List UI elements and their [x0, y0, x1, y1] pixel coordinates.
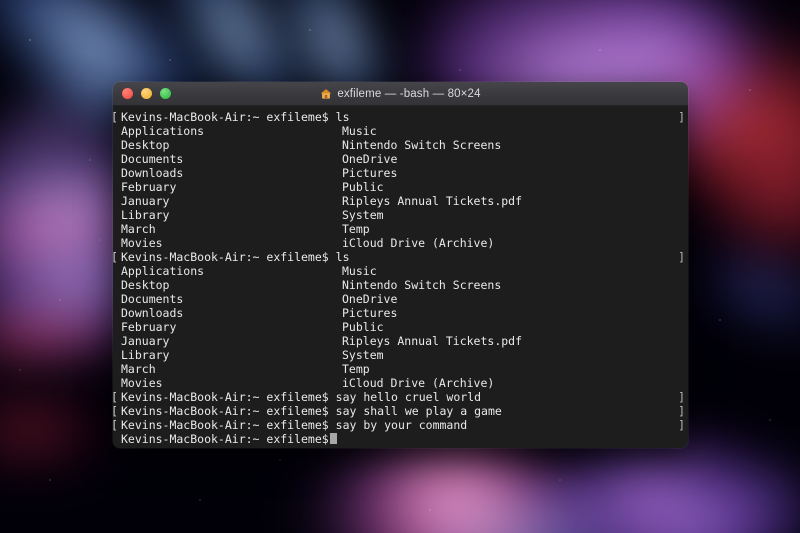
- terminal-line: Applications Music: [113, 264, 688, 278]
- terminal-body[interactable]: [Kevins-MacBook-Air:~ exfileme$ ls]Appli…: [113, 106, 688, 448]
- terminal-line: [Kevins-MacBook-Air:~ exfileme$ say hell…: [113, 390, 688, 404]
- shell-prompt: Kevins-MacBook-Air:~ exfileme$: [121, 418, 329, 432]
- shell-prompt: Kevins-MacBook-Air:~ exfileme$: [121, 432, 329, 446]
- ls-entry: iCloud Drive (Archive): [342, 376, 495, 390]
- terminal-line: February Public: [113, 180, 688, 194]
- ls-entry: Music: [342, 264, 377, 278]
- terminal-line: Desktop Nintendo Switch Screens: [113, 138, 688, 152]
- terminal-line: Movies iCloud Drive (Archive): [113, 236, 688, 250]
- ls-entry: iCloud Drive (Archive): [342, 236, 495, 250]
- maximize-button[interactable]: [160, 88, 171, 99]
- shell-prompt: Kevins-MacBook-Air:~ exfileme$: [121, 110, 329, 124]
- terminal-window[interactable]: exfileme — -bash — 80×24 [Kevins-MacBook…: [113, 82, 688, 448]
- ls-entry: Movies: [121, 376, 163, 390]
- terminal-line: Documents OneDrive: [113, 292, 688, 306]
- ls-entry: Pictures: [342, 166, 398, 180]
- ls-entry: Movies: [121, 236, 163, 250]
- line-wrap-bracket-left: [: [113, 390, 118, 404]
- prompt-line: Kevins-MacBook-Air:~ exfileme$ say hello…: [114, 390, 481, 404]
- ls-entry: Documents: [121, 292, 184, 306]
- prompt-line: Kevins-MacBook-Air:~ exfileme$: [114, 432, 329, 446]
- shell-command: ls: [328, 110, 350, 124]
- ls-entry: System: [342, 208, 384, 222]
- terminal-line: March Temp: [113, 362, 688, 376]
- terminal-line: Desktop Nintendo Switch Screens: [113, 278, 688, 292]
- terminal-line: [Kevins-MacBook-Air:~ exfileme$ ls]: [113, 110, 688, 124]
- ls-entry: Public: [342, 180, 384, 194]
- terminal-line: February Public: [113, 320, 688, 334]
- text-cursor: [329, 433, 337, 444]
- line-wrap-bracket-left: [: [113, 418, 118, 432]
- shell-command: say shall we play a game: [328, 404, 502, 418]
- prompt-line: Kevins-MacBook-Air:~ exfileme$ say shall…: [114, 404, 502, 418]
- ls-entry: OneDrive: [342, 292, 398, 306]
- ls-entry: January: [121, 194, 170, 208]
- ls-entry: Library: [121, 208, 170, 222]
- prompt-line: Kevins-MacBook-Air:~ exfileme$ say by yo…: [114, 418, 467, 432]
- ls-entry: Applications: [121, 264, 205, 278]
- ls-entry: January: [121, 334, 170, 348]
- shell-prompt: Kevins-MacBook-Air:~ exfileme$: [121, 250, 329, 264]
- terminal-line: January Ripleys Annual Tickets.pdf: [113, 334, 688, 348]
- terminal-line: Applications Music: [113, 124, 688, 138]
- ls-entry: Documents: [121, 152, 184, 166]
- ls-entry: Pictures: [342, 306, 398, 320]
- minimize-button[interactable]: [141, 88, 152, 99]
- line-wrap-bracket-right: ]: [678, 418, 685, 432]
- terminal-screen[interactable]: [Kevins-MacBook-Air:~ exfileme$ ls]Appli…: [113, 110, 688, 446]
- shell-command: say hello cruel world: [328, 390, 482, 404]
- ls-entry: Nintendo Switch Screens: [342, 138, 502, 152]
- ls-entry: Ripleys Annual Tickets.pdf: [342, 194, 523, 208]
- ls-entry: OneDrive: [342, 152, 398, 166]
- shell-command: ls: [328, 250, 350, 264]
- ls-entry: March: [121, 222, 156, 236]
- shell-prompt: Kevins-MacBook-Air:~ exfileme$: [121, 404, 329, 418]
- terminal-line: March Temp: [113, 222, 688, 236]
- window-controls: [113, 88, 171, 99]
- line-wrap-bracket-left: [: [113, 110, 118, 124]
- line-wrap-bracket-left: [: [113, 250, 118, 264]
- ls-entry: Library: [121, 348, 170, 362]
- close-button[interactable]: [122, 88, 133, 99]
- terminal-line: Movies iCloud Drive (Archive): [113, 376, 688, 390]
- ls-entry: Temp: [342, 222, 370, 236]
- ls-entry: Public: [342, 320, 384, 334]
- ls-entry: Nintendo Switch Screens: [342, 278, 502, 292]
- line-wrap-bracket-right: ]: [678, 250, 685, 264]
- ls-entry: Applications: [121, 124, 205, 138]
- ls-entry: Desktop: [121, 138, 170, 152]
- shell-prompt: Kevins-MacBook-Air:~ exfileme$: [121, 390, 329, 404]
- window-title-text: exfileme — -bash — 80×24: [337, 87, 481, 100]
- line-wrap-bracket-left: [: [113, 404, 118, 418]
- terminal-line: Kevins-MacBook-Air:~ exfileme$: [113, 432, 688, 446]
- ls-entry: Downloads: [121, 306, 184, 320]
- ls-entry: System: [342, 348, 384, 362]
- terminal-line: Library System: [113, 208, 688, 222]
- ls-entry: Music: [342, 124, 377, 138]
- terminal-line: January Ripleys Annual Tickets.pdf: [113, 194, 688, 208]
- terminal-line: Documents OneDrive: [113, 152, 688, 166]
- ls-entry: February: [121, 180, 177, 194]
- shell-command: say by your command: [328, 418, 468, 432]
- home-folder-icon: [320, 88, 332, 100]
- prompt-line: Kevins-MacBook-Air:~ exfileme$ ls: [114, 250, 350, 264]
- terminal-line: [Kevins-MacBook-Air:~ exfileme$ say shal…: [113, 404, 688, 418]
- line-wrap-bracket-right: ]: [678, 404, 685, 418]
- ls-entry: Desktop: [121, 278, 170, 292]
- terminal-line: Library System: [113, 348, 688, 362]
- line-wrap-bracket-right: ]: [678, 390, 685, 404]
- ls-entry: Ripleys Annual Tickets.pdf: [342, 334, 523, 348]
- line-wrap-bracket-right: ]: [678, 110, 685, 124]
- ls-entry: Downloads: [121, 166, 184, 180]
- prompt-line: Kevins-MacBook-Air:~ exfileme$ ls: [114, 110, 350, 124]
- window-title: exfileme — -bash — 80×24: [113, 88, 688, 100]
- ls-entry: March: [121, 362, 156, 376]
- ls-entry: February: [121, 320, 177, 334]
- ls-entry: Temp: [342, 362, 370, 376]
- terminal-line: Downloads Pictures: [113, 306, 688, 320]
- terminal-line: [Kevins-MacBook-Air:~ exfileme$ ls]: [113, 250, 688, 264]
- terminal-line: Downloads Pictures: [113, 166, 688, 180]
- window-titlebar[interactable]: exfileme — -bash — 80×24: [113, 82, 688, 106]
- terminal-line: [Kevins-MacBook-Air:~ exfileme$ say by y…: [113, 418, 688, 432]
